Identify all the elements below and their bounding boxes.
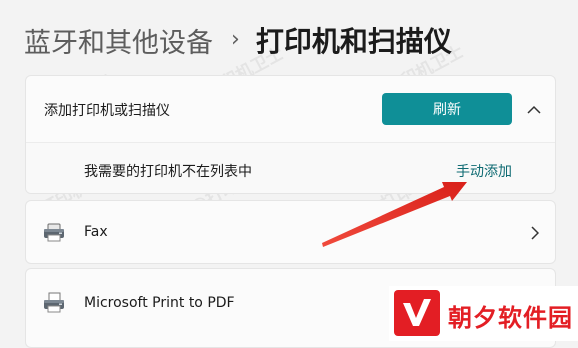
- brand-watermark: 朝夕软件园: [389, 286, 578, 341]
- device-name: Fax: [84, 224, 108, 240]
- device-name: Microsoft Print to PDF: [84, 295, 235, 311]
- printer-icon: [42, 221, 66, 245]
- device-item-fax[interactable]: Fax: [25, 200, 556, 264]
- refresh-button[interactable]: 刷新: [382, 93, 512, 125]
- pdf-printer-icon: [42, 291, 66, 315]
- printer-not-listed-row: 我需要的打印机不在列表中 手动添加: [26, 142, 555, 193]
- brand-logo-icon: [394, 290, 440, 336]
- printer-not-listed-label: 我需要的打印机不在列表中: [84, 164, 252, 180]
- breadcrumb-separator: ›: [231, 26, 240, 52]
- chevron-up-icon[interactable]: [524, 99, 544, 119]
- add-device-title: 添加打印机或扫描仪: [44, 103, 170, 119]
- chevron-right-icon[interactable]: [524, 223, 544, 243]
- breadcrumb: 蓝牙和其他设备 › 打印机和扫描仪: [24, 20, 452, 60]
- page-title: 打印机和扫描仪: [255, 25, 452, 58]
- brand-name: 朝夕软件园: [448, 304, 573, 332]
- add-device-panel: 添加打印机或扫描仪 刷新 我需要的打印机不在列表中 手动添加: [25, 75, 556, 194]
- breadcrumb-parent-link[interactable]: 蓝牙和其他设备: [24, 21, 213, 60]
- manual-add-link[interactable]: 手动添加: [456, 161, 512, 181]
- add-device-header: 添加打印机或扫描仪 刷新: [26, 76, 555, 142]
